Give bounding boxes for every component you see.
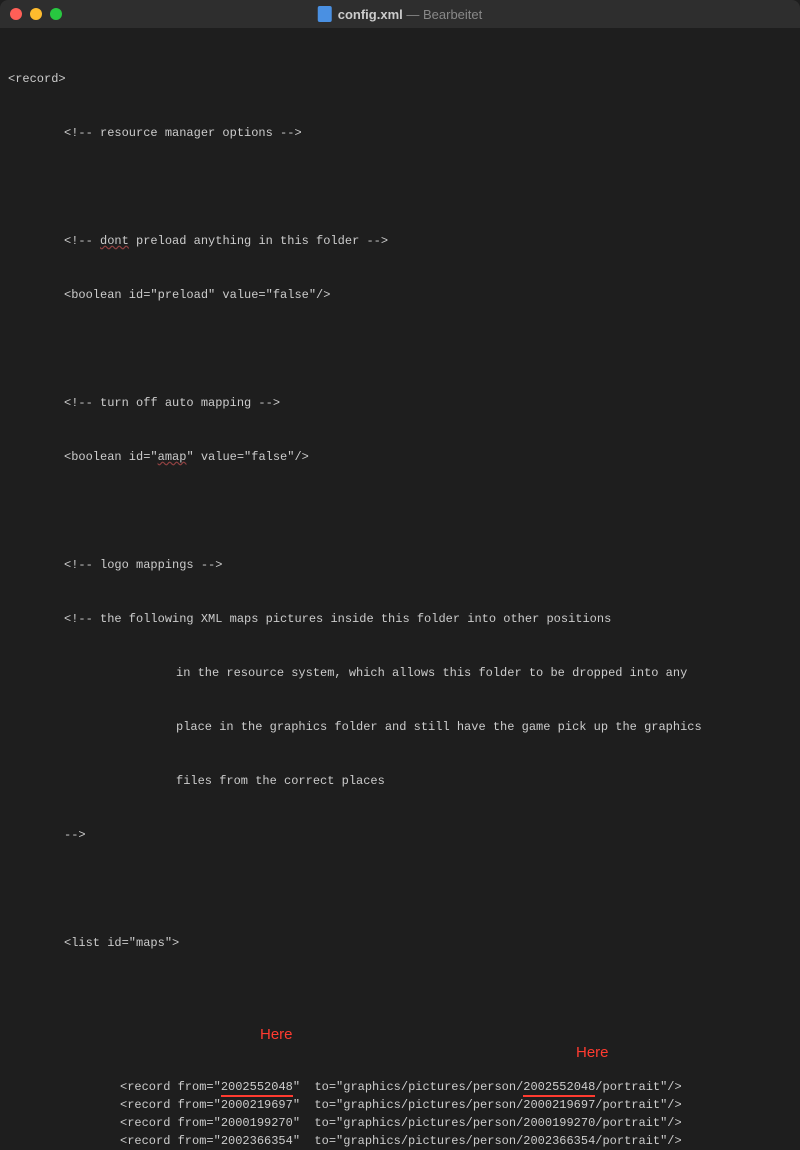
- record-line: <record from="2002366354" to="graphics/p…: [120, 1132, 792, 1150]
- records-container: <record from="2002552048" to="graphics/p…: [8, 1078, 792, 1150]
- record-line: <record from="2000219697" to="graphics/p…: [120, 1096, 792, 1114]
- close-button[interactable]: [10, 8, 22, 20]
- window-title: config.xml — Bearbeitet: [318, 6, 483, 22]
- code-line: in the resource system, which allows thi…: [176, 664, 792, 682]
- code-line: <record>: [8, 70, 792, 88]
- record-line: <record from="2000199270" to="graphics/p…: [120, 1114, 792, 1132]
- code-line: <list id="maps">: [64, 934, 792, 952]
- code-line: files from the correct places: [176, 772, 792, 790]
- code-line: <!-- logo mappings -->: [64, 556, 792, 574]
- code-line: <!-- turn off auto mapping -->: [64, 394, 792, 412]
- edited-label: — Bearbeitet: [406, 7, 482, 22]
- code-line: <!-- dont preload anything in this folde…: [64, 232, 792, 250]
- code-line: <!-- the following XML maps pictures ins…: [64, 610, 792, 628]
- annotation-here-right: Here: [576, 1042, 609, 1065]
- blank-line: [8, 178, 792, 196]
- minimize-button[interactable]: [30, 8, 42, 20]
- code-line: place in the graphics folder and still h…: [176, 718, 792, 736]
- traffic-lights: [10, 8, 62, 20]
- text-editor[interactable]: <record> <!-- resource manager options -…: [0, 28, 800, 1150]
- annotation-here-left: Here: [260, 1024, 293, 1047]
- code-line: <!-- resource manager options -->: [64, 124, 792, 142]
- document-icon: [318, 6, 332, 22]
- filename-label: config.xml: [338, 7, 403, 22]
- window-titlebar: config.xml — Bearbeitet: [0, 0, 800, 28]
- record-line: <record from="2002552048" to="graphics/p…: [120, 1078, 792, 1096]
- blank-line: [8, 880, 792, 898]
- blank-line: [8, 502, 792, 520]
- code-line: <boolean id="preload" value="false"/>: [64, 286, 792, 304]
- annotation-row: Here Here: [8, 1006, 792, 1024]
- code-line: -->: [64, 826, 792, 844]
- blank-line: [8, 340, 792, 358]
- maximize-button[interactable]: [50, 8, 62, 20]
- code-line: <boolean id="amap" value="false"/>: [64, 448, 792, 466]
